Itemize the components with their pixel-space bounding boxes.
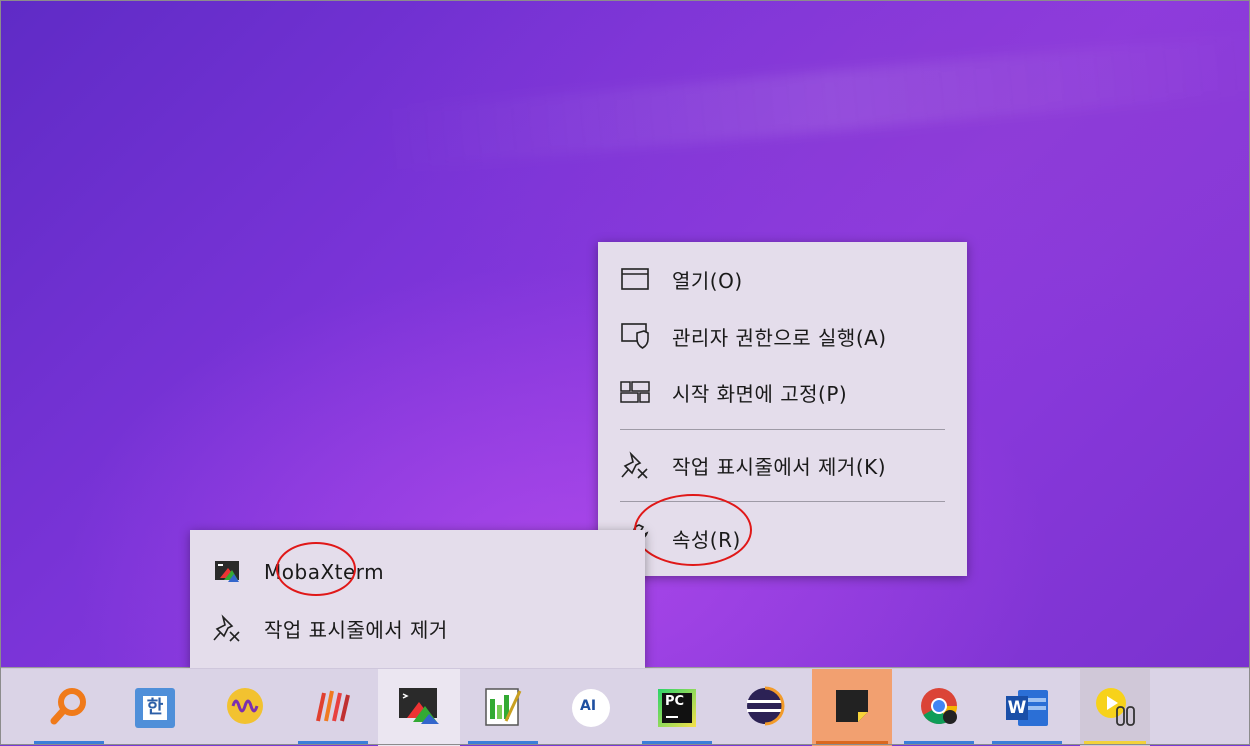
taskbar-item-audio[interactable]: [206, 669, 284, 746]
taskbar-item-eclipse[interactable]: [726, 669, 804, 746]
pycharm-icon: PC: [658, 688, 696, 727]
taskbar-context-menu: 열기(O) 관리자 권한으로 실행(A) 시작 화면에 고정(P) 작업 표시줄…: [598, 242, 967, 576]
running-indicator: [816, 741, 888, 744]
word-icon-label: W: [1006, 695, 1028, 720]
stripes-app-icon: [312, 685, 354, 731]
menu-item-properties[interactable]: 속성(R): [598, 513, 967, 563]
audio-wave-icon: [225, 686, 265, 730]
hancom-icon: 한: [135, 687, 175, 728]
search-magnifier-icon: [48, 685, 90, 731]
word-icon: W: [1006, 689, 1048, 726]
ai-app-icon: AI: [572, 688, 610, 727]
taskbar-item-media-player[interactable]: [1080, 669, 1150, 746]
menu-item-label: 관리자 권한으로 실행(A): [672, 325, 887, 350]
menu-separator: [620, 429, 945, 430]
taskbar-item-word[interactable]: W: [988, 669, 1066, 746]
running-indicator: [468, 741, 538, 744]
taskbar-item-pycharm[interactable]: PC: [638, 669, 716, 746]
taskbar-item-ai-app[interactable]: AI: [552, 669, 630, 746]
jump-item-unpin[interactable]: 작업 표시줄에서 제거: [190, 603, 645, 653]
jump-item-label: 작업 표시줄에서 제거: [264, 617, 448, 642]
notepad-chart-icon: [482, 685, 524, 731]
mobaxterm-icon: [397, 686, 441, 730]
taskbar-item-stripes-app[interactable]: [294, 669, 372, 746]
shield-icon: [620, 321, 650, 351]
running-indicator: [642, 741, 712, 744]
taskbar-item-chrome[interactable]: [900, 669, 978, 746]
taskbar-item-search[interactable]: [30, 669, 108, 746]
jump-list-menu: MobaXterm 작업 표시줄에서 제거: [190, 530, 645, 670]
sticky-notes-icon: [832, 686, 872, 730]
pin-start-icon: [620, 377, 650, 407]
taskbar: 한 AI PC W: [0, 668, 1250, 746]
unpin-icon: [620, 450, 650, 480]
window-icon: [620, 264, 650, 294]
running-indicator: [298, 741, 368, 744]
ai-icon-label: AI: [580, 697, 597, 714]
jump-item-mobaxterm[interactable]: MobaXterm: [190, 547, 645, 597]
unpin-icon: [212, 613, 242, 643]
running-indicator: [904, 741, 974, 744]
menu-separator: [620, 501, 945, 502]
pycharm-icon-label: PC: [665, 693, 685, 709]
menu-item-unpin-taskbar[interactable]: 작업 표시줄에서 제거(K): [598, 440, 967, 490]
eclipse-icon: [744, 685, 786, 731]
jump-item-label: MobaXterm: [264, 560, 385, 584]
menu-item-label: 시작 화면에 고정(P): [672, 381, 848, 406]
hancom-icon-label: 한: [143, 695, 167, 720]
taskbar-item-mobaxterm[interactable]: [378, 669, 460, 746]
taskbar-item-notepad-chart[interactable]: [464, 669, 542, 746]
mobaxterm-icon: [212, 557, 242, 587]
menu-item-open[interactable]: 열기(O): [598, 254, 967, 304]
running-indicator: [992, 741, 1062, 744]
running-indicator: [1084, 741, 1146, 744]
menu-item-label: 작업 표시줄에서 제거(K): [672, 454, 887, 479]
chrome-icon: [918, 685, 960, 731]
media-player-icon: [1093, 685, 1137, 731]
running-indicator: [34, 741, 104, 744]
menu-item-pin-to-start[interactable]: 시작 화면에 고정(P): [598, 367, 967, 417]
wallpaper-light-streak: [380, 31, 1250, 171]
menu-item-label: 속성(R): [672, 527, 741, 552]
taskbar-item-hancom[interactable]: 한: [116, 669, 194, 746]
taskbar-item-sticky-notes[interactable]: [812, 669, 892, 746]
menu-item-run-as-admin[interactable]: 관리자 권한으로 실행(A): [598, 311, 967, 361]
menu-item-label: 열기(O): [672, 268, 743, 293]
